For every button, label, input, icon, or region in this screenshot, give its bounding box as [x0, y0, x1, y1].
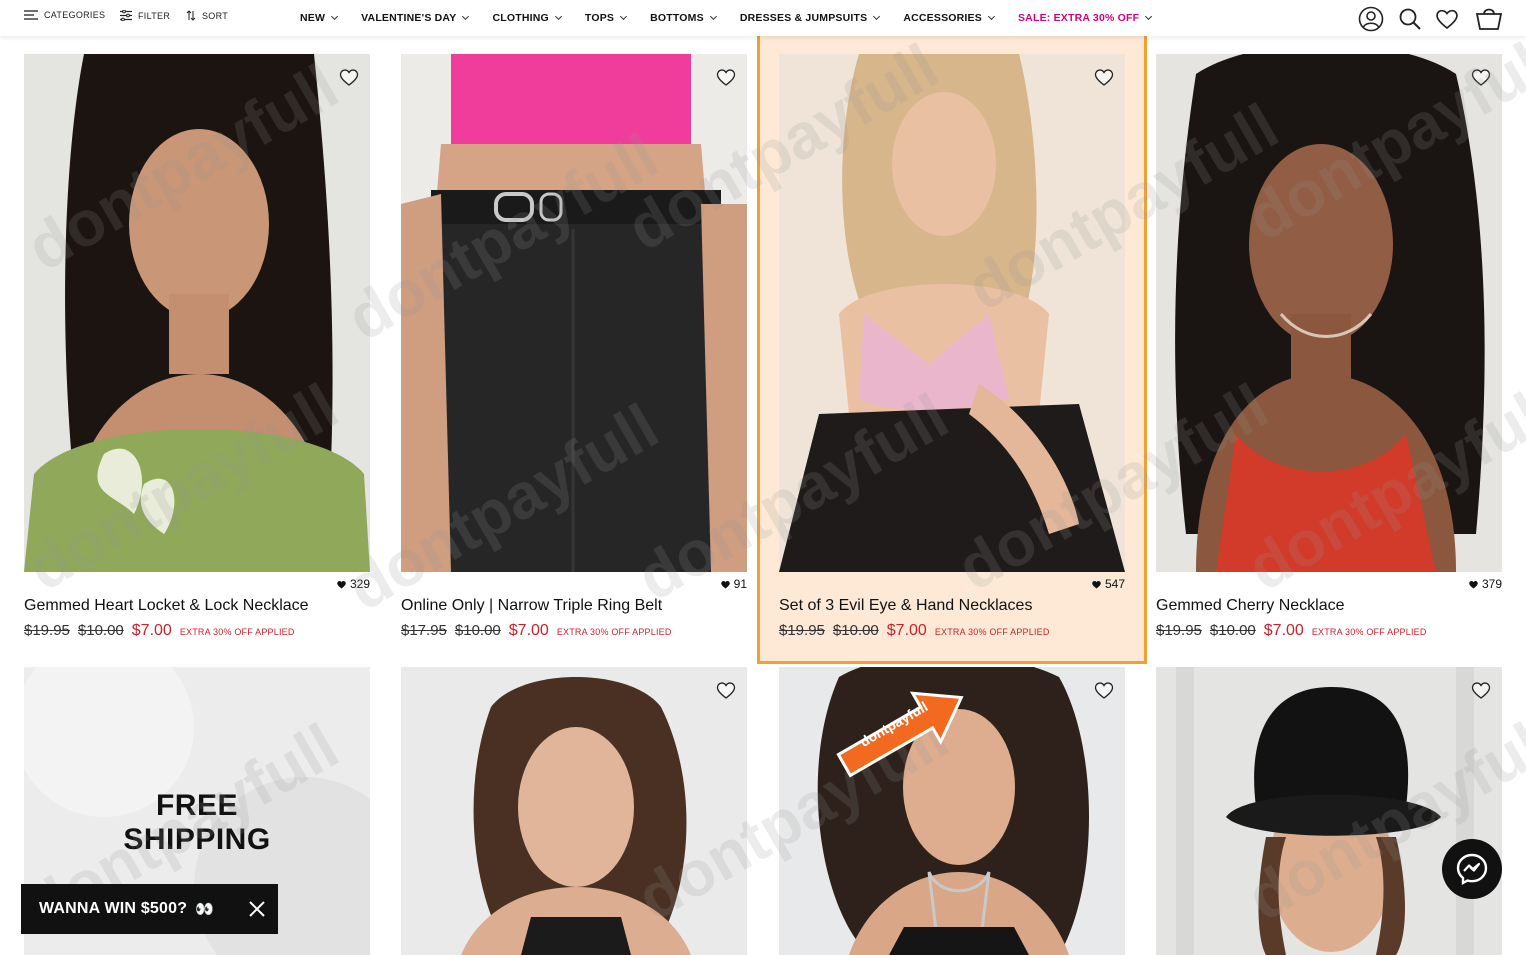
product-image[interactable]	[401, 667, 747, 955]
sort-button[interactable]: SORT	[186, 10, 228, 21]
filled-heart-icon	[1469, 581, 1478, 589]
like-count: 91	[720, 577, 747, 591]
heart-icon[interactable]	[715, 679, 737, 701]
banner-line-1: FREE	[155, 789, 238, 822]
banner-line-2: SHIPPING	[123, 823, 271, 856]
shopping-bag-icon[interactable]	[1474, 6, 1504, 32]
product-image[interactable]	[401, 54, 747, 572]
nav-accessories[interactable]: ACCESSORIES	[903, 12, 996, 24]
like-count-value: 329	[349, 577, 370, 591]
nav-valentines-day[interactable]: VALENTINE'S DAY	[361, 12, 470, 24]
filled-heart-icon	[1092, 581, 1101, 589]
filter-button[interactable]: FILTER	[120, 10, 170, 21]
like-count-value: 379	[1481, 577, 1502, 591]
sale-price: $10.00	[77, 622, 124, 639]
final-price: $7.00	[886, 622, 927, 639]
messenger-chat-button[interactable]	[1442, 839, 1502, 899]
filter-label: FILTER	[138, 10, 171, 21]
sale-price: $10.00	[454, 622, 501, 639]
chevron-down-icon	[709, 12, 717, 20]
eyes-emoji: 👀	[195, 901, 215, 918]
nav-sale[interactable]: SALE: EXTRA 30% OFF	[1018, 12, 1153, 24]
product-name[interactable]: Set of 3 Evil Eye & Hand Necklaces	[779, 597, 1032, 615]
sale-price: $10.00	[832, 622, 879, 639]
price-row: $19.95 $10.00 $7.00 EXTRA 30% OFF APPLIE…	[1156, 622, 1427, 640]
wishlist-heart-icon[interactable]	[1434, 6, 1460, 32]
product-image[interactable]	[24, 54, 370, 572]
categories-button[interactable]: CATEGORIES	[24, 10, 105, 20]
sale-price: $10.00	[1209, 622, 1256, 639]
price-row: $17.95 $10.00 $7.00 EXTRA 30% OFF APPLIE…	[401, 622, 672, 640]
chevron-down-icon	[873, 12, 881, 20]
nav-tops[interactable]: TOPS	[585, 12, 628, 24]
filter-icon	[120, 10, 132, 21]
messenger-icon	[1456, 853, 1488, 886]
top-bar: CATEGORIES FILTER SORT NEW VALENTINE'S D…	[0, 0, 1526, 36]
original-price: $19.95	[779, 622, 825, 639]
filled-heart-icon	[337, 581, 346, 589]
like-count: 329	[336, 577, 370, 591]
nav-new[interactable]: NEW	[300, 12, 339, 24]
like-count-value: 91	[733, 577, 747, 591]
product-image[interactable]	[779, 54, 1125, 572]
like-count-value: 547	[1104, 577, 1125, 591]
dontpayfull-arrow-badge: dontpayfull	[830, 680, 980, 785]
discount-note: EXTRA 30% OFF APPLIED	[934, 627, 1050, 637]
chevron-down-icon	[987, 12, 996, 20]
win-500-promo[interactable]: WANNA WIN $500? 👀	[21, 884, 278, 934]
heart-icon[interactable]	[338, 66, 360, 88]
final-price: $7.00	[1263, 622, 1304, 639]
price-row: $19.95 $10.00 $7.00 EXTRA 30% OFF APPLIE…	[24, 622, 295, 640]
original-price: $19.95	[24, 622, 70, 639]
heart-icon[interactable]	[1093, 679, 1115, 701]
main-nav: NEW VALENTINE'S DAY CLOTHING TOPS BOTTOM…	[300, 12, 1175, 24]
categories-label: CATEGORIES	[44, 10, 106, 20]
chevron-down-icon	[554, 12, 562, 20]
menu-icon	[24, 10, 38, 20]
original-price: $17.95	[401, 622, 447, 639]
chevron-down-icon	[462, 12, 470, 20]
nav-clothing[interactable]: CLOTHING	[492, 12, 562, 24]
product-name[interactable]: Online Only | Narrow Triple Ring Belt	[401, 597, 662, 615]
account-icon[interactable]	[1358, 6, 1384, 32]
chevron-down-icon	[1145, 12, 1153, 20]
nav-bottoms[interactable]: BOTTOMS	[650, 12, 717, 24]
sort-label: SORT	[202, 10, 229, 21]
promo-text: WANNA WIN $500?	[39, 900, 188, 917]
like-count: 547	[1091, 577, 1125, 591]
search-icon[interactable]	[1397, 6, 1423, 32]
discount-note: EXTRA 30% OFF APPLIED	[179, 627, 295, 637]
nav-dresses-jumpsuits[interactable]: DRESSES & JUMPSUITS	[740, 12, 881, 24]
like-count: 379	[1468, 577, 1502, 591]
product-image[interactable]	[1156, 54, 1502, 572]
filled-heart-icon	[720, 581, 730, 589]
heart-icon[interactable]	[1093, 66, 1115, 88]
chevron-down-icon	[620, 12, 628, 20]
sort-icon	[186, 10, 196, 21]
heart-icon[interactable]	[715, 66, 737, 88]
heart-icon[interactable]	[1470, 679, 1492, 701]
discount-note: EXTRA 30% OFF APPLIED	[1311, 627, 1427, 637]
discount-note: EXTRA 30% OFF APPLIED	[556, 627, 672, 637]
final-price: $7.00	[131, 622, 172, 639]
arrow-icon	[836, 691, 964, 778]
product-name[interactable]: Gemmed Cherry Necklace	[1156, 597, 1345, 615]
close-icon[interactable]	[248, 900, 266, 918]
original-price: $19.95	[1156, 622, 1202, 639]
product-name[interactable]: Gemmed Heart Locket & Lock Necklace	[24, 597, 309, 615]
price-row: $19.95 $10.00 $7.00 EXTRA 30% OFF APPLIE…	[779, 622, 1050, 640]
product-image[interactable]	[1156, 667, 1502, 955]
heart-icon[interactable]	[1470, 66, 1492, 88]
final-price: $7.00	[508, 622, 549, 639]
chevron-down-icon	[331, 12, 339, 20]
